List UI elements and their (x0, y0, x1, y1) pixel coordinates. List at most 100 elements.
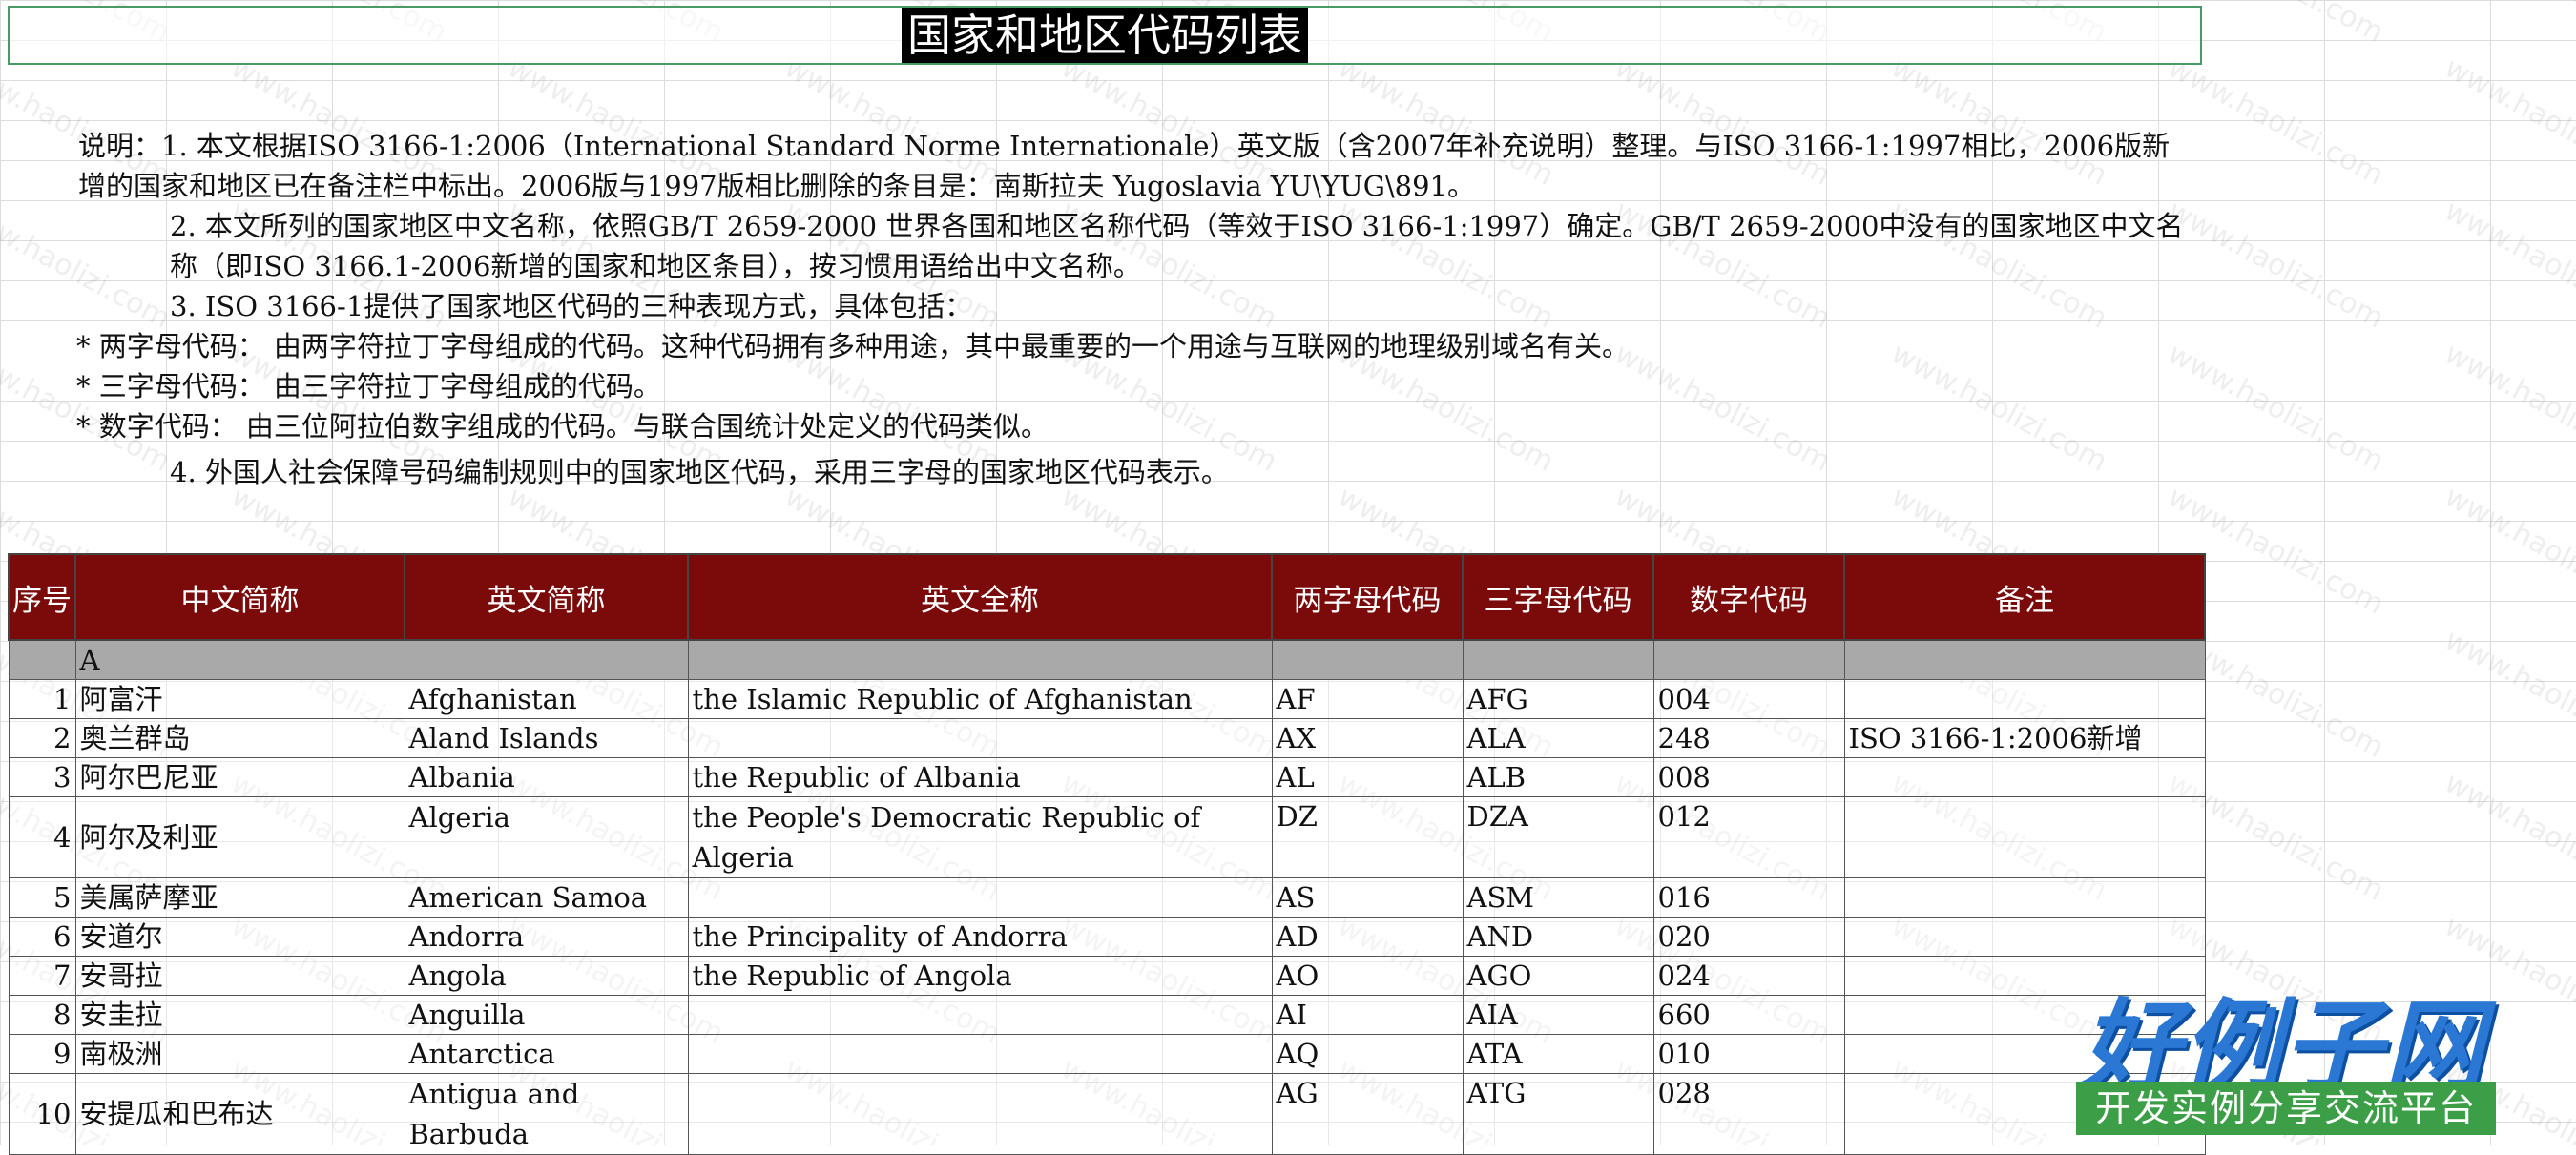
cell-alpha3[interactable]: ALA (1462, 718, 1654, 758)
cell-numeric[interactable]: 004 (1652, 679, 1845, 719)
header-index[interactable]: 序号 (8, 553, 76, 641)
cell-en-short[interactable]: American Samoa (404, 877, 689, 918)
cell-alpha2[interactable]: AL (1271, 757, 1464, 797)
cell-index[interactable]: 10 (8, 1073, 76, 1155)
cell-cn-name[interactable]: 南极洲 (74, 1034, 405, 1074)
cell-en-full[interactable]: the People's Democratic Republic of Alge… (687, 796, 1273, 878)
cell-alpha3[interactable]: DZA (1462, 796, 1654, 878)
cell-en-full[interactable]: the Republic of Angola (687, 956, 1273, 996)
cell-en-full[interactable] (687, 718, 1273, 758)
note-1: 说明：1. 本文根据ISO 3166-1:2006（International … (78, 130, 2171, 202)
cell-alpha2[interactable]: AG (1271, 1073, 1464, 1155)
table-row: 8 安圭拉 Anguilla AI AIA 660 (8, 995, 2206, 1035)
cell-remarks[interactable]: ISO 3166-1:2006新增 (1843, 718, 2206, 758)
cell-index[interactable]: 5 (8, 877, 76, 918)
cell-en-short[interactable]: Afghanistan (404, 679, 689, 719)
cell-cn-name[interactable]: 安提瓜和巴布达 (74, 1073, 405, 1155)
cell-numeric[interactable]: 012 (1652, 796, 1845, 878)
header-cn-name[interactable]: 中文简称 (74, 553, 405, 641)
cell-en-full[interactable] (687, 1034, 1273, 1074)
cell-index[interactable]: 2 (8, 718, 76, 758)
cell-remarks[interactable] (1843, 877, 2206, 918)
page-title: 国家和地区代码列表 (902, 8, 1308, 63)
cell-numeric[interactable]: 010 (1652, 1034, 1845, 1074)
group-label[interactable]: A (74, 639, 405, 680)
cell-cn-name[interactable]: 安圭拉 (74, 995, 405, 1035)
cell-en-short[interactable]: Antarctica (404, 1034, 689, 1074)
header-alpha2[interactable]: 两字母代码 (1271, 553, 1464, 641)
cell-remarks[interactable] (1843, 679, 2206, 719)
group-cell[interactable] (8, 639, 76, 680)
cell-cn-name[interactable]: 阿尔及利亚 (74, 796, 405, 878)
cell-cn-name[interactable]: 美属萨摩亚 (74, 877, 405, 918)
cell-alpha2[interactable]: AO (1271, 956, 1464, 996)
group-cell[interactable] (1652, 639, 1845, 680)
cell-alpha2[interactable]: DZ (1271, 796, 1464, 878)
cell-cn-name[interactable]: 阿尔巴尼亚 (74, 757, 405, 797)
cell-en-short[interactable]: Antigua and Barbuda (404, 1073, 689, 1155)
cell-cn-name[interactable]: 阿富汗 (74, 679, 405, 719)
cell-en-short[interactable]: Andorra (404, 917, 689, 957)
group-cell[interactable] (1271, 639, 1464, 680)
cell-remarks[interactable] (1843, 757, 2206, 797)
cell-numeric[interactable]: 008 (1652, 757, 1845, 797)
cell-cn-name[interactable]: 奥兰群岛 (74, 718, 405, 758)
header-en-short[interactable]: 英文简称 (404, 553, 689, 641)
cell-en-short[interactable]: Albania (404, 757, 689, 797)
cell-alpha2[interactable]: AQ (1271, 1034, 1464, 1074)
cell-en-full[interactable]: the Principality of Andorra (687, 917, 1273, 957)
table-row: 9 南极洲 Antarctica AQ ATA 010 (8, 1034, 2206, 1074)
cell-alpha3[interactable]: AIA (1462, 995, 1654, 1035)
cell-remarks[interactable] (1843, 796, 2206, 878)
cell-index[interactable]: 7 (8, 956, 76, 996)
cell-alpha2[interactable]: AD (1271, 917, 1464, 957)
cell-alpha2[interactable]: AI (1271, 995, 1464, 1035)
group-cell[interactable] (404, 639, 689, 680)
header-en-full[interactable]: 英文全称 (687, 553, 1273, 641)
cell-alpha3[interactable]: ASM (1462, 877, 1654, 918)
cell-en-full[interactable] (687, 995, 1273, 1035)
cell-en-full[interactable] (687, 877, 1273, 918)
group-cell[interactable] (1462, 639, 1654, 680)
cell-numeric[interactable]: 660 (1652, 995, 1845, 1035)
cell-alpha3[interactable]: ALB (1462, 757, 1654, 797)
notes-block[interactable]: 说明：1. 本文根据ISO 3166-1:2006（International … (76, 126, 2196, 492)
header-numeric[interactable]: 数字代码 (1652, 553, 1845, 641)
cell-en-short[interactable]: Angola (404, 956, 689, 996)
cell-alpha3[interactable]: ATG (1462, 1073, 1654, 1155)
cell-en-short[interactable]: Anguilla (404, 995, 689, 1035)
header-remarks[interactable]: 备注 (1843, 553, 2206, 641)
cell-en-short[interactable]: Aland Islands (404, 718, 689, 758)
cell-cn-name[interactable]: 安道尔 (74, 917, 405, 957)
cell-alpha3[interactable]: AND (1462, 917, 1654, 957)
cell-index[interactable]: 9 (8, 1034, 76, 1074)
header-alpha3[interactable]: 三字母代码 (1462, 553, 1654, 641)
group-cell[interactable] (687, 639, 1273, 680)
cell-en-full[interactable]: the Islamic Republic of Afghanistan (687, 679, 1273, 719)
cell-numeric[interactable]: 016 (1652, 877, 1845, 918)
cell-alpha3[interactable]: AFG (1462, 679, 1654, 719)
title-cell[interactable]: 国家和地区代码列表 (8, 6, 2202, 65)
cell-numeric[interactable]: 020 (1652, 917, 1845, 957)
cell-index[interactable]: 6 (8, 917, 76, 957)
cell-en-full[interactable]: the Republic of Albania (687, 757, 1273, 797)
cell-remarks[interactable] (1843, 917, 2206, 957)
cell-index[interactable]: 4 (8, 796, 76, 878)
cell-alpha3[interactable]: AGO (1462, 956, 1654, 996)
cell-index[interactable]: 1 (8, 679, 76, 719)
cell-alpha2[interactable]: AF (1271, 679, 1464, 719)
group-row: A (8, 639, 2206, 680)
cell-numeric[interactable]: 248 (1652, 718, 1845, 758)
cell-numeric[interactable]: 028 (1652, 1073, 1845, 1155)
cell-en-short[interactable]: Algeria (404, 796, 689, 878)
cell-index[interactable]: 8 (8, 995, 76, 1035)
cell-en-full[interactable] (687, 1073, 1273, 1155)
cell-alpha2[interactable]: AS (1271, 877, 1464, 918)
cell-cn-name[interactable]: 安哥拉 (74, 956, 405, 996)
cell-alpha2[interactable]: AX (1271, 718, 1464, 758)
table-row: 3 阿尔巴尼亚 Albania the Republic of Albania AL AL… (8, 757, 2206, 797)
cell-alpha3[interactable]: ATA (1462, 1034, 1654, 1074)
cell-numeric[interactable]: 024 (1652, 956, 1845, 996)
group-cell[interactable] (1843, 639, 2206, 680)
cell-index[interactable]: 3 (8, 757, 76, 797)
